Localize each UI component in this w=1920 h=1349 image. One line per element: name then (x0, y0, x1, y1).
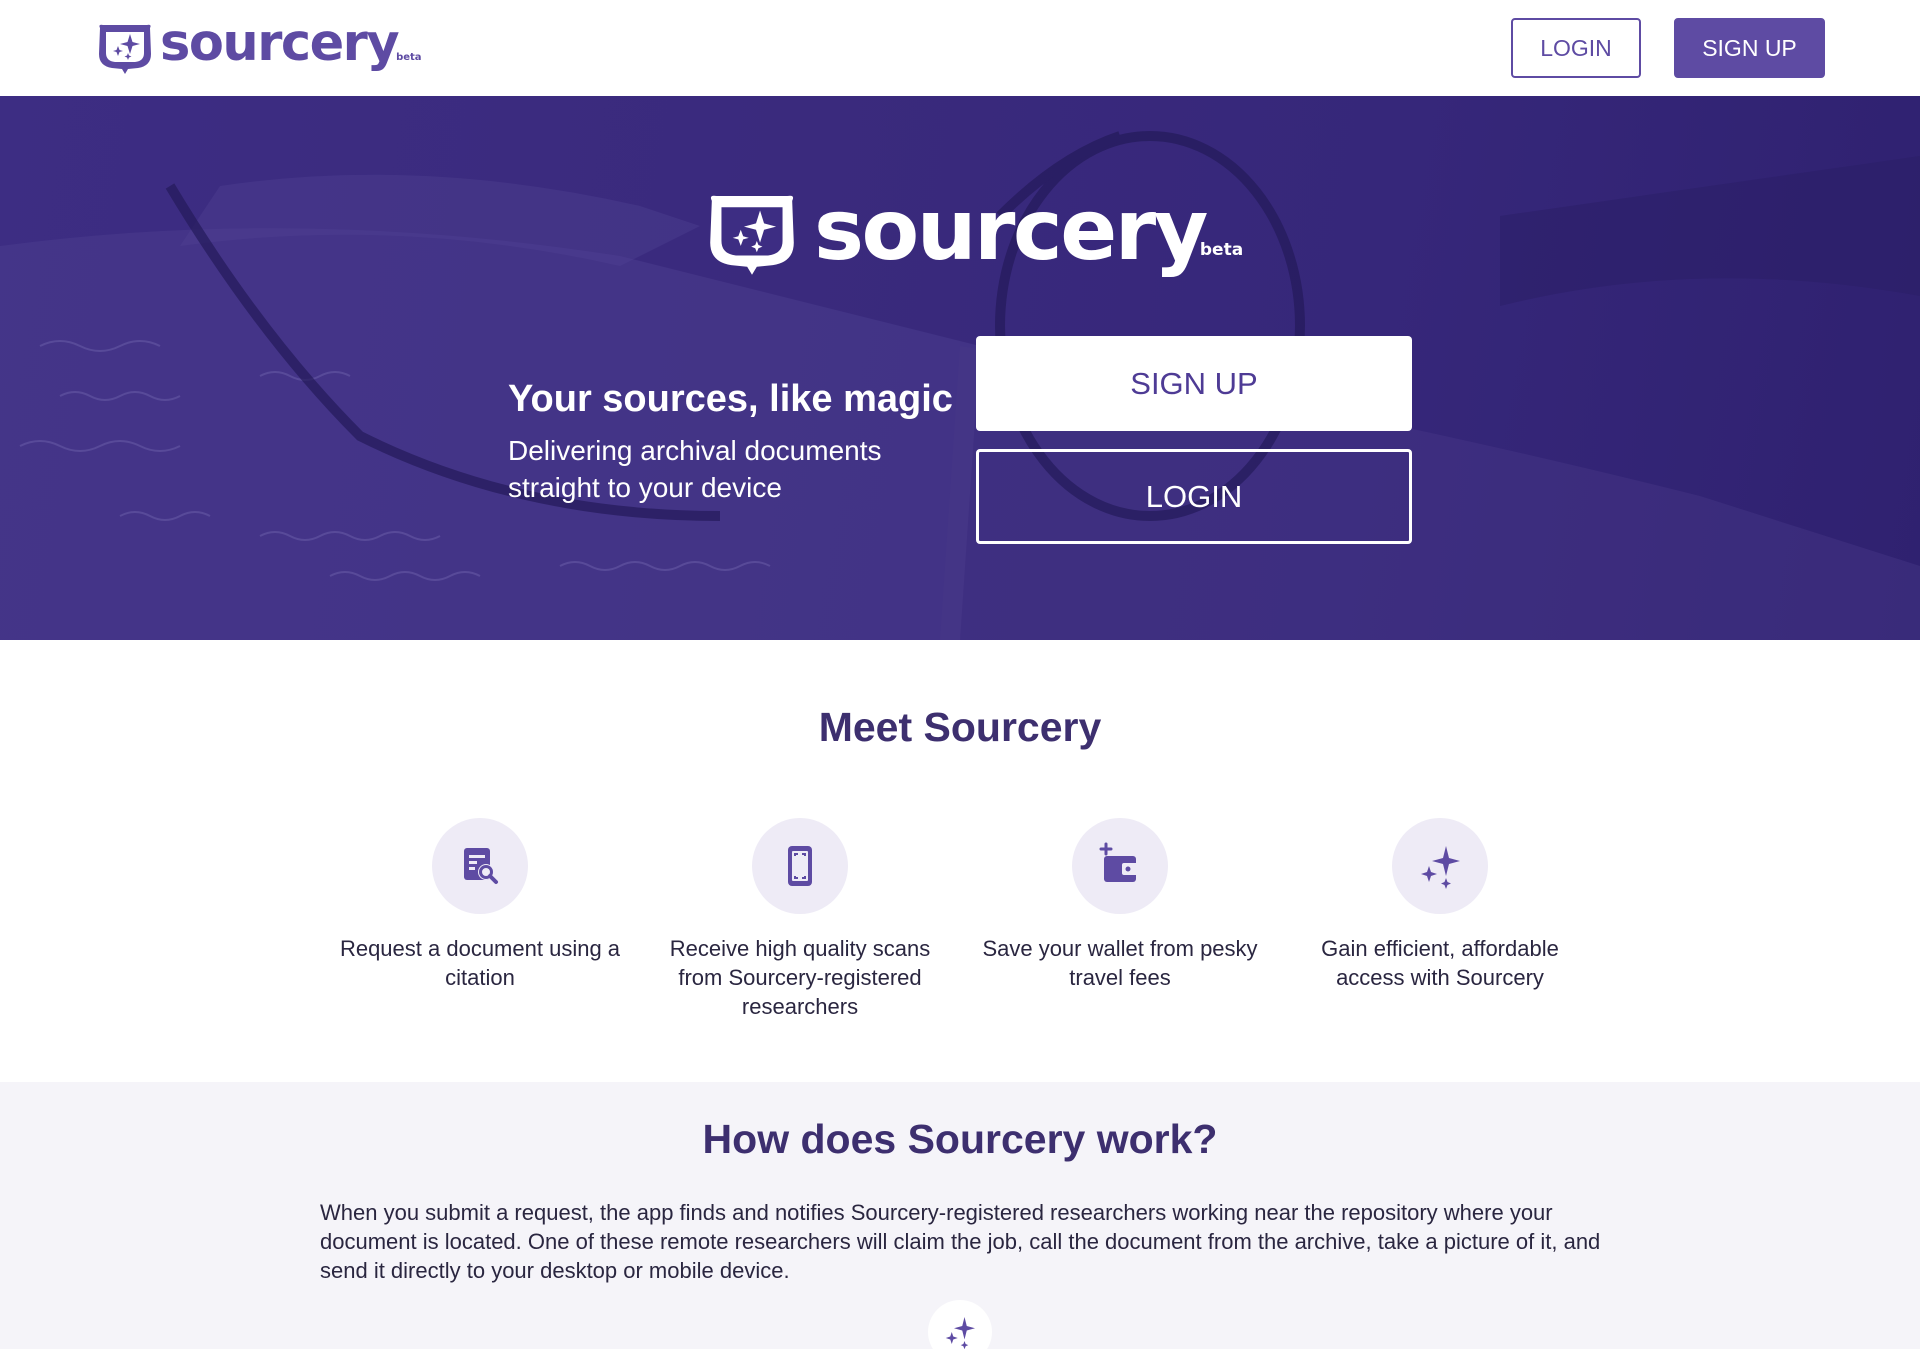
hero-headline: Your sources, like magic (508, 378, 953, 420)
beta-badge: beta (396, 52, 422, 63)
feature-icon-circle (752, 818, 848, 914)
nav-signup-button[interactable]: SIGN UP (1674, 18, 1825, 78)
cauldron-sparkle-icon (710, 195, 794, 275)
hero-section: sourcery beta Your sources, like magic D… (0, 96, 1920, 640)
how-section-text: When you submit a request, the app finds… (320, 1200, 1601, 1283)
how-section-title: How does Sourcery work? (702, 1116, 1218, 1162)
brand-wordmark: sourcery (160, 14, 400, 73)
feature-text: Gain efficient, affordable access with S… (1321, 936, 1559, 990)
feature-icon-circle (1392, 818, 1488, 914)
feature-receive: Receive high quality scans from Sourcery… (650, 818, 950, 1021)
hero-login-button[interactable]: LOGIN (976, 449, 1412, 544)
feature-request: Request a document using a citation (330, 818, 630, 992)
feature-icon-circle (1072, 818, 1168, 914)
sparkles-icon (1421, 846, 1460, 889)
hero-brand-logo: sourcery beta (700, 184, 1243, 278)
feature-gain: Gain efficient, affordable access with S… (1290, 818, 1590, 992)
wallet-plus-icon (1099, 842, 1138, 882)
cauldron-sparkle-icon (99, 24, 151, 74)
phone-scan-icon (788, 846, 812, 886)
feature-save: Save your wallet from pesky travel fees (970, 818, 1270, 992)
feature-icon-circle (432, 818, 528, 914)
brand-logo[interactable]: sourcery beta (94, 16, 422, 76)
hero-background-image (0, 131, 1920, 640)
top-navbar: sourcery beta LOGIN SIGN UP (0, 0, 1920, 96)
nav-login-button[interactable]: LOGIN (1511, 18, 1641, 78)
how-it-works-section: How does Sourcery work? When you submit … (0, 1082, 1920, 1349)
how-icon-circle (928, 1300, 992, 1349)
sparkles-icon (945, 1317, 975, 1349)
hero-brand-wordmark: sourcery (814, 181, 1208, 279)
hero-beta-badge: beta (1199, 240, 1244, 260)
feature-text: Save your wallet from pesky travel fees (982, 936, 1258, 990)
meet-section-title: Meet Sourcery (818, 704, 1102, 750)
feature-text: Request a document using a citation (339, 936, 621, 990)
hero-signup-button[interactable]: SIGN UP (976, 336, 1412, 431)
hero-subheadline: Delivering archival documents straight t… (508, 435, 882, 503)
document-search-icon (464, 848, 498, 884)
feature-text: Receive high quality scans from Sourcery… (669, 936, 931, 1019)
